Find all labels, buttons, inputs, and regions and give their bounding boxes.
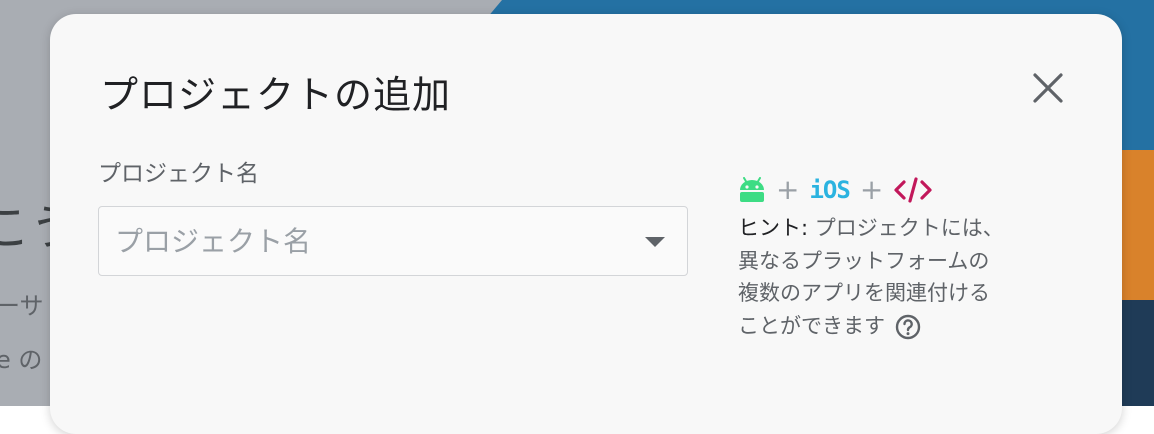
hint-text: ヒント: プロジェクトには、 異なるプラットフォームの 複数のアプリを関連付ける… [738,212,1048,342]
plus-sign: + [859,173,884,206]
dropdown-arrow-icon[interactable] [645,237,665,247]
hint-line: ヒント: プロジェクトには、 [738,212,1048,245]
plus-sign: + [776,173,800,206]
add-project-dialog: プロジェクトの追加 プロジェクト名 + iOS + ヒント: プロジェクトには [50,14,1122,434]
background-text-line: ーサ [0,292,44,320]
hint-line: 異なるプラットフォームの [738,248,990,273]
platform-icons: + iOS + [738,174,933,206]
dialog-title: プロジェクトの追加 [100,73,452,117]
background-navy-shape [1122,300,1154,406]
close-button[interactable] [1026,66,1070,110]
hint-line: 複数のアプリを関連付ける [738,281,990,305]
hint-label: ヒント: [738,216,809,240]
close-icon [1033,73,1063,103]
android-icon [740,177,764,202]
hint-line-text: プロジェクトには、 [814,216,1004,240]
background-text-line: e の [0,346,43,374]
hint-line: ことができます [738,310,1048,343]
help-circle-icon[interactable] [895,314,921,340]
project-name-label: プロジェクト名 [98,161,259,187]
ios-label: iOS [809,176,850,204]
project-name-combobox[interactable] [98,206,688,276]
code-icon [894,177,932,203]
hint-line-text: ことができます [738,313,885,338]
project-name-input[interactable] [115,207,635,275]
